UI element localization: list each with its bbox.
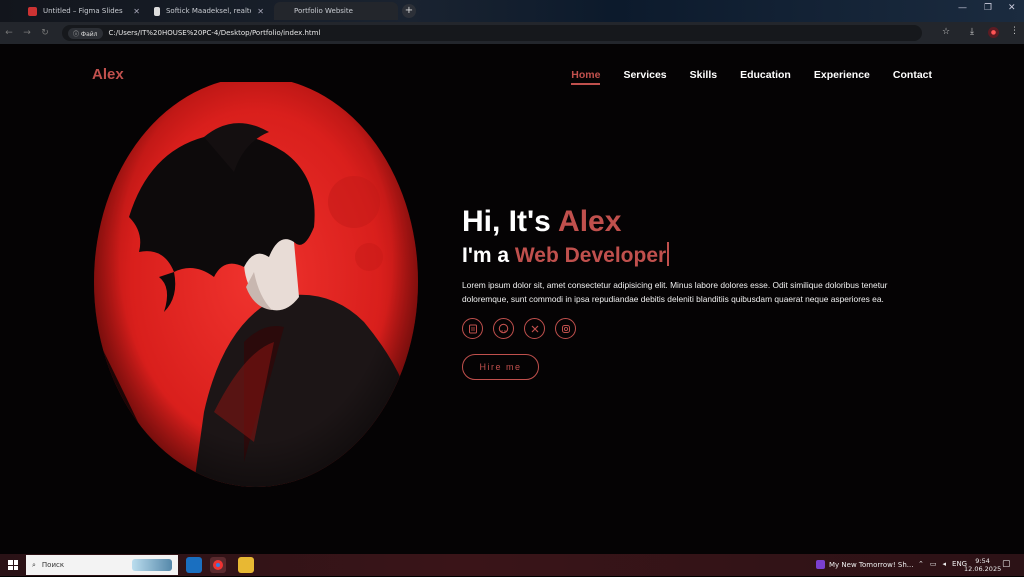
tab-portfolio[interactable]: Portfolio Website [274, 2, 398, 20]
bookmark-star-icon[interactable]: ☆ [942, 27, 950, 37]
reload-icon[interactable]: ↻ [36, 28, 54, 38]
github-icon[interactable] [493, 318, 514, 339]
instagram-icon[interactable] [555, 318, 576, 339]
typing-cursor [667, 242, 669, 266]
close-icon[interactable]: ✕ [133, 7, 140, 16]
hero-greeting: Hi, It's Alex [462, 204, 942, 240]
nav-contact[interactable]: Contact [893, 69, 932, 81]
windows-start-icon[interactable] [8, 560, 18, 570]
close-icon[interactable]: ✕ [257, 7, 264, 16]
search-icon: ⌕ [32, 560, 36, 569]
file-explorer-icon[interactable] [238, 557, 254, 573]
search-highlight-icon [132, 559, 172, 571]
file-chip-label: Файл [80, 30, 98, 38]
os-taskbar: ⌕ Поиск My New Tomorrow! Sh... ⌃ ▭ ◂ ENG… [0, 554, 1024, 576]
tab-title: Softick Maadeksel, realtonomprom... [165, 7, 251, 15]
app-icon [816, 560, 825, 569]
search-placeholder: Поиск [41, 561, 65, 569]
page-favicon-icon [154, 6, 160, 16]
main-nav: Home Services Skills Education Experienc… [571, 69, 932, 85]
browser-menu-icon[interactable]: ⋮ [1010, 26, 1019, 36]
running-app[interactable]: My New Tomorrow! Sh... [816, 560, 913, 569]
notifications-icon[interactable]: ▢ [1002, 559, 1011, 569]
greeting-name: Alex [558, 205, 622, 238]
nav-education[interactable]: Education [740, 69, 791, 81]
resume-icon[interactable] [462, 318, 483, 339]
x-icon[interactable] [524, 318, 545, 339]
back-icon[interactable]: ← [0, 28, 18, 38]
clock[interactable]: 9:54 12.06.2025 [964, 557, 1001, 573]
address-field[interactable]: ⓘ Файл C:/Users/IT%20HOUSE%20PC-4/Deskto… [62, 25, 922, 41]
nav-services[interactable]: Services [623, 69, 666, 81]
system-tray: ⌃ ▭ ◂ ENG [918, 560, 967, 568]
tab-title: Untitled – Figma Slides [43, 7, 123, 15]
file-chip[interactable]: ⓘ Файл [68, 27, 103, 39]
profile-image [94, 82, 418, 487]
address-bar-row: ← → ↻ ⓘ Файл C:/Users/IT%20HOUSE%20PC-4/… [0, 22, 1024, 44]
social-links [462, 318, 942, 339]
role-prefix: I'm a [462, 244, 515, 267]
site-logo[interactable]: Alex [92, 66, 124, 83]
taskbar-search[interactable]: ⌕ Поиск [26, 555, 178, 575]
volume-icon[interactable]: ◂ [943, 560, 947, 568]
hire-me-button[interactable]: Hire me [462, 354, 539, 380]
window-close-icon[interactable]: ✕ [1008, 3, 1016, 13]
chevron-up-icon[interactable]: ⌃ [918, 560, 924, 568]
maximize-icon[interactable]: ❐ [984, 3, 992, 13]
greeting-prefix: Hi, It's [462, 205, 559, 238]
minimize-icon[interactable]: — [958, 3, 967, 13]
clock-time: 9:54 [975, 557, 990, 565]
tab-figma[interactable]: Untitled – Figma Slides ✕ [20, 2, 148, 20]
extension-icon[interactable]: ● [988, 27, 999, 38]
clock-date: 12.06.2025 [964, 565, 1002, 573]
chrome-icon[interactable] [210, 557, 226, 573]
tab-softick[interactable]: Softick Maadeksel, realtonomprom... ✕ [146, 2, 272, 20]
nav-home[interactable]: Home [571, 69, 601, 85]
download-icon[interactable]: ⤓ [970, 27, 974, 37]
browser-tab-bar: Untitled – Figma Slides ✕ Softick Maadek… [0, 0, 1024, 22]
forward-icon[interactable]: → [18, 28, 36, 38]
network-icon[interactable]: ▭ [930, 560, 937, 568]
nav-experience[interactable]: Experience [814, 69, 870, 81]
hero-section: Hi, It's Alex I'm a Web Developer Lorem … [462, 204, 942, 380]
running-app-label: My New Tomorrow! Sh... [829, 560, 914, 569]
figma-favicon-icon [28, 6, 37, 16]
hero-bio: Lorem ipsum dolor sit, amet consectetur … [462, 280, 888, 304]
url-text[interactable]: C:/Users/IT%20HOUSE%20PC-4/Desktop/Portf… [109, 29, 321, 37]
tab-title: Portfolio Website [294, 7, 353, 15]
hero-role: I'm a Web Developer [462, 242, 942, 270]
new-tab-button[interactable]: + [402, 4, 416, 18]
nav-skills[interactable]: Skills [690, 69, 717, 81]
role-text: Web Developer [514, 244, 667, 267]
vscode-icon[interactable] [186, 557, 202, 573]
portfolio-page: Alex Home Services Skills Education Expe… [0, 44, 1024, 554]
